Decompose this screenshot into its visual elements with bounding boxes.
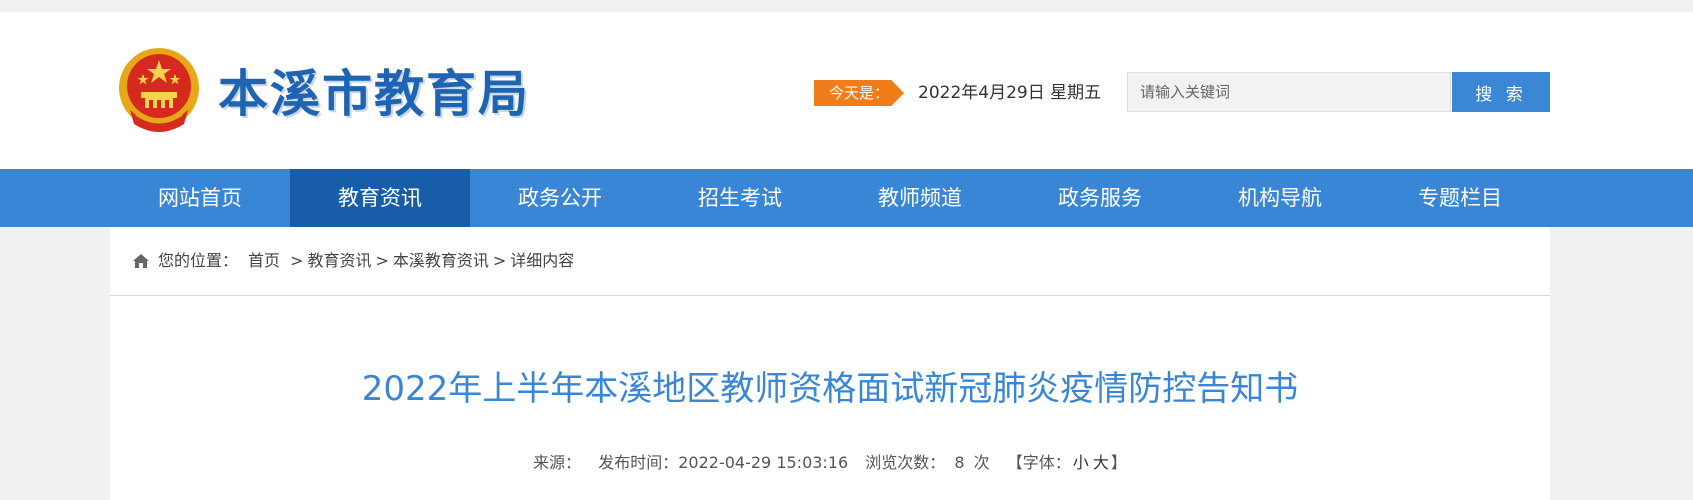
national-emblem-icon [119,48,199,132]
top-strip [0,0,1693,12]
site-title[interactable]: 本溪市教育局 [218,64,530,124]
nav-item-special-topics[interactable]: 专题栏目 [1370,169,1550,227]
nav-item-teachers[interactable]: 教师频道 [830,169,1010,227]
nav-item-services[interactable]: 政务服务 [1010,169,1190,227]
breadcrumb-separator: > [492,251,507,270]
nav-item-admissions[interactable]: 招生考试 [650,169,830,227]
breadcrumb-separator: > [290,251,304,270]
breadcrumb-benxi-news[interactable]: 本溪教育资讯 [393,249,489,273]
search-button[interactable]: 搜 索 [1452,72,1550,112]
font-small-link[interactable]: 小 [1073,453,1089,472]
site-header: 本溪市教育局 今天是： 2022年4月29日 星期五 搜 索 [0,12,1693,169]
article-meta: 来源： 发布时间：2022-04-29 15:03:16 浏览次数： 8 次 【… [110,451,1550,475]
content-panel: 您的位置： 首页 > 教育资讯 > 本溪教育资讯 > 详细内容 2022年上半年… [110,227,1550,500]
font-size-prefix: 【字体： [1006,453,1071,472]
breadcrumb-education-news[interactable]: 教育资讯 [307,249,371,273]
nav-item-education-news[interactable]: 教育资讯 [290,169,470,227]
home-icon [133,254,149,268]
breadcrumb-prefix: 您的位置： [158,251,239,270]
article-publish-time: 发布时间：2022-04-29 15:03:16 [598,453,849,472]
nav-item-government-affairs[interactable]: 政务公开 [470,169,650,227]
article-source: 来源： [533,453,582,472]
article-views-count: 8 [954,453,965,472]
today-date: 2022年4月29日 星期五 [918,83,1102,103]
article-views-unit: 次 [973,453,990,472]
breadcrumb-separator: > [375,251,389,270]
font-large-link[interactable]: 大 [1093,453,1109,472]
today-label: 今天是： [814,80,904,106]
font-size-suffix: 】 [1110,453,1127,472]
main-nav: 网站首页 教育资讯 政务公开 招生考试 教师频道 政务服务 机构导航 专题栏目 [0,169,1693,227]
article-views: 浏览次数： 8 次 [865,453,989,472]
breadcrumb-detail: 详细内容 [510,251,575,270]
article-views-label: 浏览次数： [865,453,946,472]
search-input[interactable] [1127,72,1451,112]
main-nav-items: 网站首页 教育资讯 政务公开 招生考试 教师频道 政务服务 机构导航 专题栏目 [110,169,1550,227]
breadcrumb-home[interactable]: 首页 [248,249,280,273]
breadcrumb-divider [110,295,1550,296]
breadcrumb: 您的位置： 首页 > 教育资讯 > 本溪教育资讯 > 详细内容 [132,249,574,273]
nav-item-home[interactable]: 网站首页 [110,169,290,227]
nav-item-organizations[interactable]: 机构导航 [1190,169,1370,227]
font-size-control: 【字体：小大】 [1007,453,1127,472]
article-title: 2022年上半年本溪地区教师资格面试新冠肺炎疫情防控告知书 [361,369,1299,409]
